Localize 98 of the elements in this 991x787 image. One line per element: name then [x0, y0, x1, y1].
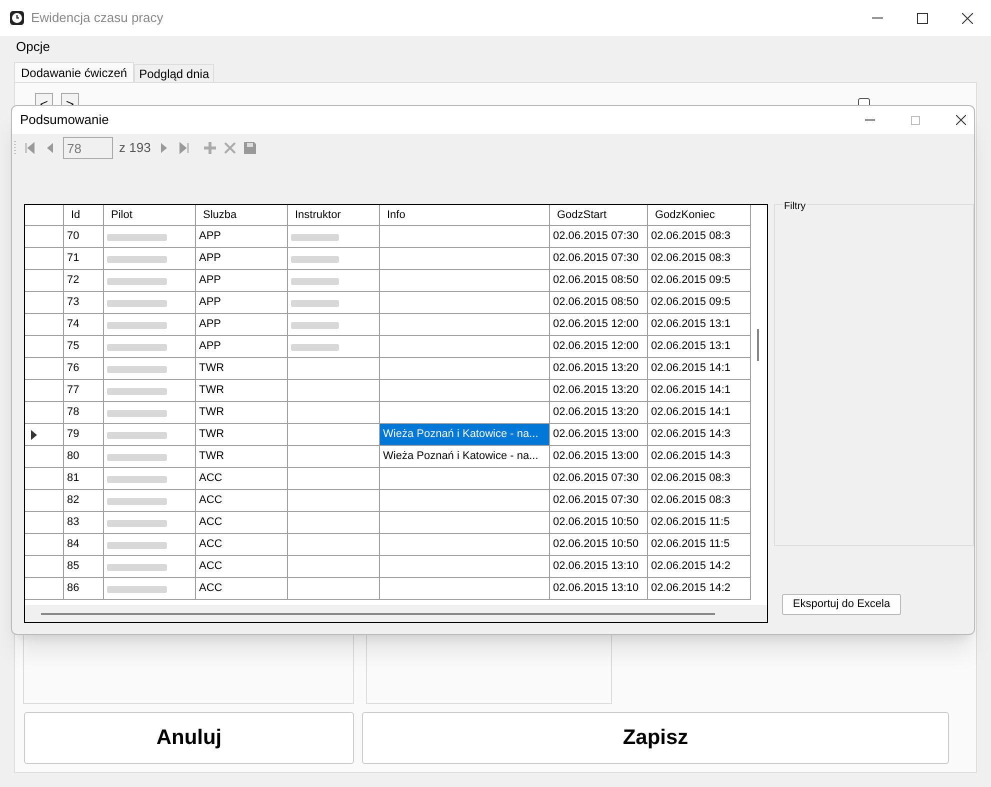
row-header-cell: [25, 358, 64, 380]
first-page-icon[interactable]: [23, 141, 37, 155]
row-header-cell: [25, 292, 64, 314]
add-icon[interactable]: [202, 141, 217, 155]
table-cell: 02.06.2015 13:10: [550, 556, 648, 578]
column-header: Id: [64, 205, 104, 226]
column-header: Sluzba: [196, 205, 288, 226]
table-cell: Wieża Poznań i Katowice - na...: [380, 446, 550, 468]
maximize-icon: [911, 116, 920, 124]
column-header: Instruktor: [288, 205, 380, 226]
table-cell: APP: [196, 314, 288, 336]
table-cell: APP: [196, 292, 288, 314]
table-cell: 82: [64, 490, 104, 512]
table-cell: 79: [64, 424, 104, 446]
table-cell: 02.06.2015 13:00: [550, 424, 648, 446]
table-cell: 84: [64, 534, 104, 556]
table-cell: 76: [64, 358, 104, 380]
row-header-cell: [25, 468, 64, 490]
table-cell: TWR: [196, 402, 288, 424]
table-cell: 74: [64, 314, 104, 336]
row-header-cell: [25, 490, 64, 512]
row-header-cell: [25, 248, 64, 270]
save-icon[interactable]: [242, 141, 257, 155]
table-cell: Wieża Poznań i Katowice - na...: [380, 424, 550, 446]
table-cell: 02.06.2015 07:30: [550, 226, 648, 248]
grip-icon: [14, 140, 17, 156]
table-cell: 86: [64, 578, 104, 600]
table-cell: 02.06.2015 13:00: [550, 446, 648, 468]
table-cell: 02.06.2015 13:20: [550, 358, 648, 380]
save-button[interactable]: Zapisz: [362, 712, 949, 764]
table-cell: 02.06.2015 10:50: [550, 512, 648, 534]
table-cell: APP: [196, 226, 288, 248]
table-cell: APP: [196, 336, 288, 358]
group-title: Filtry: [783, 199, 807, 214]
table-cell: ACC: [196, 490, 288, 512]
row-header-cell: [25, 512, 64, 534]
horizontal-scrollbar[interactable]: [25, 605, 767, 622]
column-header: GodzStart: [550, 205, 648, 226]
table-cell: 85: [64, 556, 104, 578]
table-cell: APP: [196, 248, 288, 270]
menu-item[interactable]: Opcje: [10, 37, 56, 57]
table-cell: 75: [64, 336, 104, 358]
row-header-cell: [25, 578, 64, 600]
delete-icon[interactable]: [222, 141, 237, 155]
table-cell: 81: [64, 468, 104, 490]
table-cell: 73: [64, 292, 104, 314]
table-cell: APP: [196, 270, 288, 292]
table-cell: 02.06.2015 07:30: [550, 468, 648, 490]
record-count: z 193: [119, 139, 151, 158]
row-header-cell: [25, 314, 64, 336]
cancel-button[interactable]: Anuluj: [24, 712, 354, 764]
last-page-icon[interactable]: [176, 141, 191, 155]
table-cell: 83: [64, 512, 104, 534]
table-cell: 02.06.2015 07:30: [550, 490, 648, 512]
table-cell: 02.06.2015 12:00: [550, 314, 648, 336]
row-header-cell: [25, 205, 64, 226]
minimize-icon[interactable]: [865, 119, 875, 121]
table-cell: 02.06.2015 07:30: [550, 248, 648, 270]
row-header-cell: [25, 556, 64, 578]
row-header-cell: [25, 336, 64, 358]
close-icon[interactable]: [956, 115, 966, 125]
close-icon[interactable]: [962, 12, 973, 24]
table-cell: ACC: [196, 534, 288, 556]
table-cell: 02.06.2015 13:20: [550, 380, 648, 402]
table-cell: 77: [64, 380, 104, 402]
table-cell: 78: [64, 402, 104, 424]
table-cell: 02.06.2015 10:50: [550, 534, 648, 556]
table-cell: ACC: [196, 512, 288, 534]
minimize-icon[interactable]: [872, 17, 883, 19]
table-cell: 72: [64, 270, 104, 292]
column-header: Info: [380, 205, 550, 226]
row-header-cell: [25, 534, 64, 556]
table-cell: 02.06.2015 13:10: [550, 578, 648, 600]
window-title: Ewidencja czasu pracy: [31, 9, 164, 28]
row-header-cell: [25, 380, 64, 402]
table-cell: 02.06.2015 08:50: [550, 292, 648, 314]
row-header-cell: [25, 226, 64, 248]
app-icon: [9, 10, 25, 26]
table-cell: ACC: [196, 556, 288, 578]
table-cell: 71: [64, 248, 104, 270]
table-cell: 02.06.2015 08:50: [550, 270, 648, 292]
table-cell: 80: [64, 446, 104, 468]
table-cell: 02.06.2015 12:00: [550, 336, 648, 358]
column-header: Pilot: [104, 205, 196, 226]
export-button[interactable]: Eksportuj do Excela: [782, 594, 901, 615]
tab[interactable]: Podgląd dnia: [134, 64, 214, 82]
position-field[interactable]: 78: [63, 137, 113, 159]
table-cell: 70: [64, 226, 104, 248]
table-cell: ACC: [196, 468, 288, 490]
table-cell: ACC: [196, 578, 288, 600]
table-cell: TWR: [196, 424, 288, 446]
table-cell: TWR: [196, 446, 288, 468]
table-cell: TWR: [196, 380, 288, 402]
tab[interactable]: Dodawanie ćwiczeń: [14, 62, 134, 82]
table-cell: TWR: [196, 358, 288, 380]
maximize-icon[interactable]: [917, 12, 928, 24]
table-cell: 02.06.2015 13:20: [550, 402, 648, 424]
row-header-cell: [25, 270, 64, 292]
